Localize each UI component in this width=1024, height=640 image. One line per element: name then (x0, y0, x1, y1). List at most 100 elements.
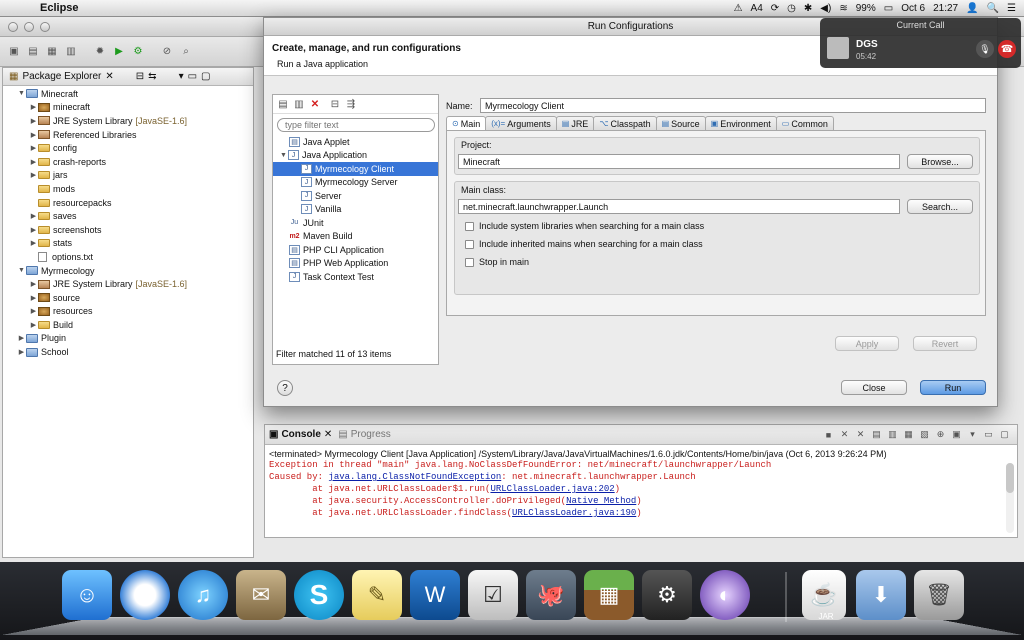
display-console-icon[interactable]: ▣ (950, 428, 963, 441)
close-view-icon[interactable]: ✕ (105, 71, 113, 82)
tree-item[interactable]: ▶ minecraft (3, 101, 253, 115)
tree-item[interactable]: ▶ resources (3, 305, 253, 319)
collapse-all-icon[interactable]: ⊟ (136, 71, 144, 82)
finder-icon[interactable]: ☺ (62, 570, 112, 620)
new-icon[interactable]: ▣ (6, 44, 22, 60)
tree-item[interactable]: ▶ JRE System Library [JavaSE-1.6] (3, 277, 253, 291)
wunderlist-icon[interactable]: W (410, 570, 460, 620)
remove-all-icon[interactable]: ✕ (854, 428, 867, 441)
collapsed-arrow-icon[interactable]: ▶ (29, 321, 38, 329)
collapsed-arrow-icon[interactable]: ▶ (29, 239, 38, 247)
app-menu[interactable]: Eclipse (40, 2, 79, 14)
notes-icon[interactable]: ✎ (352, 570, 402, 620)
wifi-icon[interactable]: ≋ (839, 3, 847, 14)
collapsed-arrow-icon[interactable]: ▶ (29, 103, 38, 111)
tree-item[interactable]: ▼ Myrmecology (3, 264, 253, 278)
show-stdout-icon[interactable]: ▦ (902, 428, 915, 441)
project-field[interactable]: Minecraft (458, 154, 900, 169)
expanded-arrow-icon[interactable]: ▼ (279, 152, 288, 159)
configuration-item[interactable]: J Myrmecology Server (273, 176, 438, 190)
tree-item[interactable]: ▶ Build (3, 318, 253, 332)
scroll-lock-icon[interactable]: ▥ (886, 428, 899, 441)
duplicate-configuration-icon[interactable]: ▥ (293, 99, 305, 110)
microphone-icon[interactable]: 🎙 (976, 40, 994, 58)
configuration-item[interactable]: ▤ Java Applet (273, 135, 438, 149)
expanded-arrow-icon[interactable]: ▼ (17, 90, 26, 97)
console-link[interactable]: java.lang.ClassNotFoundException (328, 472, 501, 482)
minecraft-icon[interactable]: ▦ (584, 570, 634, 620)
checkbox-box[interactable] (465, 257, 474, 267)
revert-button[interactable]: Revert (913, 336, 977, 351)
delete-configuration-icon[interactable]: ✕ (309, 99, 321, 110)
include-inherited-mains-checkbox[interactable]: Include inherited mains when searching f… (465, 239, 703, 249)
filter-icon[interactable]: ⇶ (345, 99, 357, 110)
tab-classpath[interactable]: ⌥ Classpath (593, 116, 657, 130)
battery-label[interactable]: 99% (856, 3, 876, 14)
zoom-window-icon[interactable] (40, 22, 50, 32)
minimize-view-icon[interactable]: ▭ (188, 71, 197, 82)
browse-button[interactable]: Browse... (907, 154, 973, 169)
tab-source[interactable]: ▤ Source (655, 116, 706, 130)
open-console-icon[interactable]: ▾ (966, 428, 979, 441)
tab-main[interactable]: ⊙ Main (446, 116, 487, 130)
tree-item[interactable]: ▶ saves (3, 209, 253, 223)
tab-jre[interactable]: ▤ JRE (555, 116, 595, 130)
tree-item[interactable]: ▶ School (3, 345, 253, 359)
configuration-item[interactable]: Ju JUnit (273, 216, 438, 230)
configuration-item[interactable]: m2 Maven Build (273, 230, 438, 244)
collapsed-arrow-icon[interactable]: ▶ (29, 294, 38, 302)
collapsed-arrow-icon[interactable]: ▶ (29, 131, 38, 139)
tree-item[interactable]: ▶ crash-reports (3, 155, 253, 169)
print-icon[interactable]: ▥ (63, 44, 79, 60)
tree-item[interactable]: ▶ config (3, 141, 253, 155)
tree-item[interactable]: ▶ jars (3, 169, 253, 183)
collapsed-arrow-icon[interactable]: ▶ (29, 280, 38, 288)
tab-arguments[interactable]: (x)= Arguments (485, 116, 557, 130)
collapsed-arrow-icon[interactable]: ▶ (29, 212, 38, 220)
mail-icon[interactable]: ✉ (236, 570, 286, 620)
time-machine-icon[interactable]: ◷ (787, 3, 796, 14)
minimize-console-icon[interactable]: ▭ (982, 428, 995, 441)
checkbox-box[interactable] (465, 239, 474, 249)
configuration-item[interactable]: J Vanilla (273, 203, 438, 217)
eclipse-icon[interactable]: ◐ (700, 570, 750, 620)
console-scroll-thumb[interactable] (1006, 463, 1014, 493)
clock-day[interactable]: Oct 6 (901, 3, 925, 14)
console-scrollbar[interactable] (1006, 463, 1014, 533)
hang-up-icon[interactable]: ☎ (998, 40, 1016, 58)
tree-item[interactable]: mods (3, 182, 253, 196)
tree-item[interactable]: ▶ stats (3, 237, 253, 251)
configuration-item[interactable]: ▼ J Java Application (273, 149, 438, 163)
user-icon[interactable]: 👤 (966, 3, 978, 14)
name-field[interactable]: Myrmecology Client (480, 98, 986, 113)
terminate-icon[interactable]: ■ (822, 428, 835, 441)
collapsed-arrow-icon[interactable]: ▶ (29, 226, 38, 234)
safari-icon[interactable]: ✦ (120, 570, 170, 620)
steam-icon[interactable]: ⚙ (642, 570, 692, 620)
save-icon[interactable]: ▦ (44, 44, 60, 60)
tree-item[interactable]: ▶ Referenced Libraries (3, 128, 253, 142)
apply-button[interactable]: Apply (835, 336, 899, 351)
status-label[interactable]: A4 (751, 3, 763, 14)
spotlight-icon[interactable]: 🔍 (987, 3, 999, 14)
tab-common[interactable]: ▭ Common (775, 116, 834, 130)
clock-time[interactable]: 21:27 (933, 3, 958, 14)
show-stderr-icon[interactable]: ▧ (918, 428, 931, 441)
open-type-icon[interactable]: ▤ (25, 44, 41, 60)
package-explorer-title[interactable]: Package Explorer (22, 71, 101, 82)
collapse-all-icon[interactable]: ⊟ (329, 99, 341, 110)
tree-item[interactable]: ▶ source (3, 291, 253, 305)
view-menu-icon[interactable]: ▾ (179, 71, 184, 82)
tree-item[interactable]: ▼ Minecraft (3, 87, 253, 101)
collapsed-arrow-icon[interactable]: ▶ (29, 158, 38, 166)
battery-icon[interactable]: ▭ (884, 3, 893, 14)
include-system-libraries-checkbox[interactable]: Include system libraries when searching … (465, 221, 704, 231)
collapsed-arrow-icon[interactable]: ▶ (29, 117, 38, 125)
close-console-icon[interactable]: ✕ (324, 429, 332, 440)
skype-icon[interactable]: S (294, 570, 344, 620)
clear-console-icon[interactable]: ▤ (870, 428, 883, 441)
itunes-icon[interactable]: ♫ (178, 570, 228, 620)
collapsed-arrow-icon[interactable]: ▶ (29, 307, 38, 315)
stop-in-main-checkbox[interactable]: Stop in main (465, 257, 529, 267)
tree-item[interactable]: ▶ JRE System Library [JavaSE-1.6] (3, 114, 253, 128)
